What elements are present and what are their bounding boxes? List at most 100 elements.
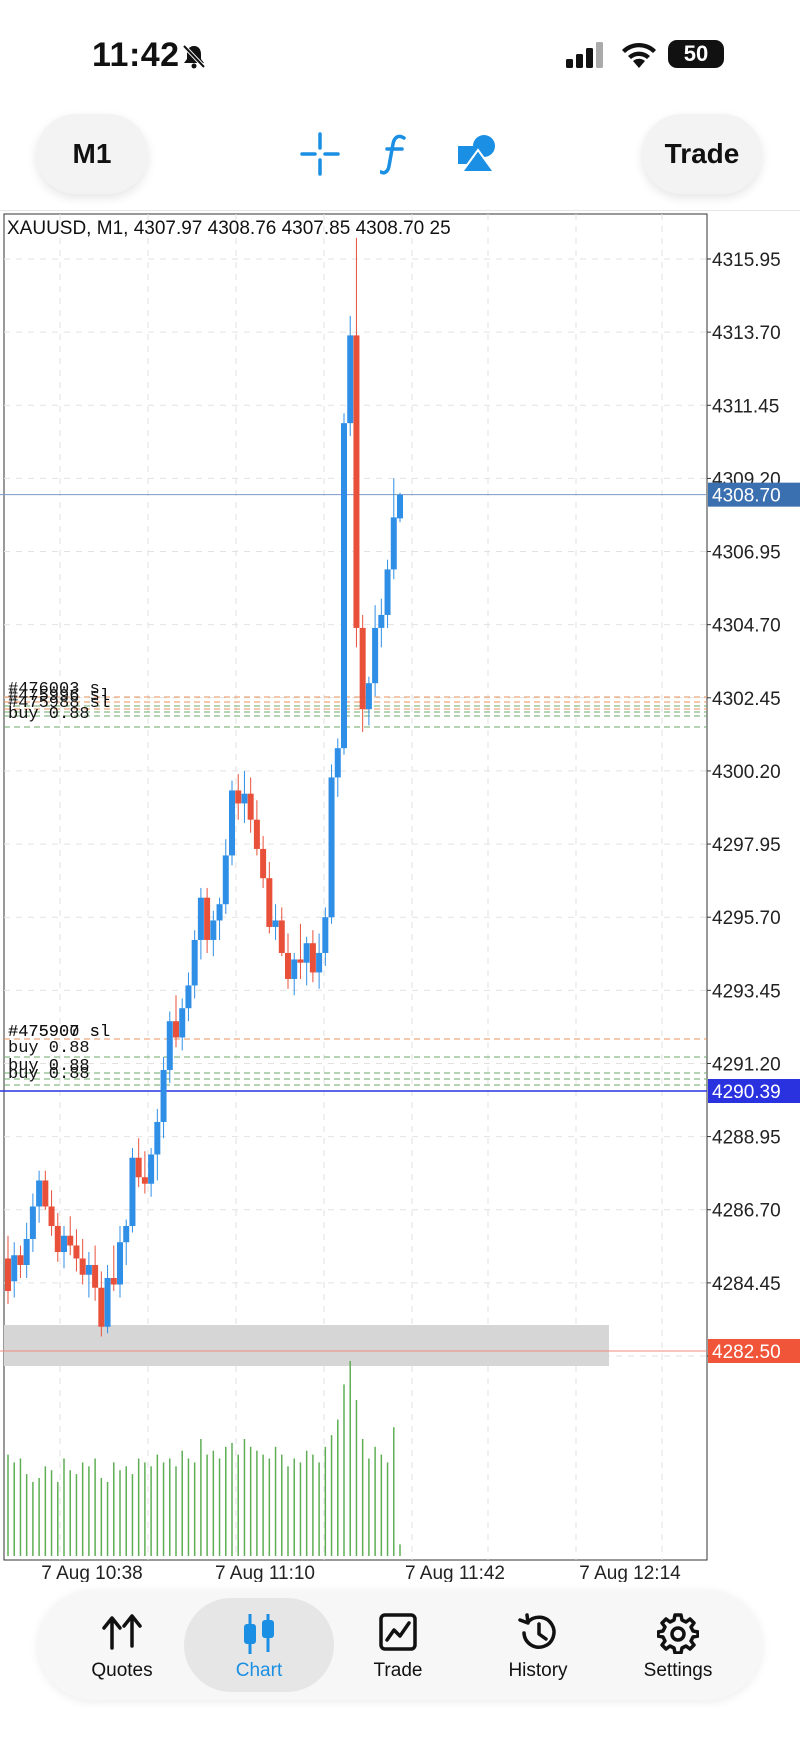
candle-body [229,790,235,856]
price-tick-label: 4293.45 [712,981,781,1002]
cellular-signal-icon [566,42,603,68]
candle-body [92,1264,99,1288]
candle-body [48,1206,55,1226]
candle-body [85,1264,92,1275]
candle-body [341,423,347,749]
candle-body [253,819,260,849]
candle-body [160,1069,167,1122]
order-label: buy 0.88 [8,1039,90,1058]
nav-quotes-label: Quotes [91,1660,153,1681]
candle-body [79,1258,86,1275]
candle-body [365,683,372,710]
candle-body [334,748,341,778]
bottom-navigation: Quotes Chart Trade History Settings [38,1590,762,1700]
candle-body [328,777,335,918]
candle-body [303,943,310,963]
chart-candles-icon [244,1614,274,1654]
chart-toolbar: M1 Trade [0,110,800,211]
price-tick-label: 4295.70 [712,908,781,929]
candle-body [67,1235,74,1246]
order-label: buy 0.88 [8,705,90,724]
price-tick-label: 4302.45 [712,689,781,710]
objects-shapes-icon[interactable] [456,132,498,176]
status-bar: 11:42 50 [0,0,800,110]
nav-quotes[interactable]: Quotes [52,1590,192,1700]
candle-body [378,614,385,628]
candle-body [185,985,192,1009]
price-tick-label: 4288.95 [712,1128,781,1149]
time-tick-label: 7 Aug 10:38 [41,1563,142,1582]
price-tick-label: 4291.20 [712,1054,781,1075]
price-tick-label: 4286.70 [712,1201,781,1222]
time-tick-label: 7 Aug 12:14 [579,1563,681,1582]
candle-body [166,1021,173,1070]
nav-trade[interactable]: Trade [328,1590,468,1700]
candle-body [73,1245,80,1259]
candle-body [372,627,379,684]
candle-body [5,1258,11,1291]
candle-body [179,1008,186,1038]
nav-settings[interactable]: Settings [608,1590,748,1700]
candle-body [42,1180,49,1207]
candle-body [347,335,354,424]
candle-body [384,569,391,615]
candle-body [260,848,267,879]
order-label: buy 0.88 [8,1065,90,1084]
candle-body [141,1177,148,1184]
candle-body [135,1157,142,1178]
price-tick-label: 4284.45 [712,1274,781,1295]
candle-body [17,1255,24,1265]
candle-body [359,627,366,710]
red-line-price-label: 4282.50 [712,1342,781,1363]
bid-price-label: 4308.70 [712,486,781,507]
crosshair-icon[interactable] [300,132,340,176]
candle-body [98,1287,105,1327]
candle-body [154,1121,161,1155]
candle-body [23,1238,30,1265]
timeframe-button[interactable]: M1 [36,114,148,194]
candle-body [117,1242,123,1285]
candle-body [322,917,329,953]
candle-body [353,335,360,628]
candle-body [309,943,316,973]
candle-body [297,959,304,963]
candle-body [285,952,291,979]
candle-body [36,1180,43,1207]
candle-body [197,897,204,940]
battery-indicator: 50 [668,40,724,68]
candle-body [104,1277,111,1327]
candle-body [278,920,285,953]
candle-body [247,793,254,820]
chart-canvas[interactable]: 4315.954313.704311.454309.204306.954304.… [0,212,800,1582]
price-zone-band [4,1325,609,1366]
price-tick-label: 4306.95 [712,543,781,564]
candle-body [173,1021,179,1038]
candle-body [316,952,323,973]
price-tick-label: 4304.70 [712,616,781,637]
status-time: 11:42 [92,36,180,74]
nav-chart-label: Chart [235,1660,283,1681]
candle-body [129,1157,136,1226]
candle-body [204,897,211,940]
wifi-icon [622,42,656,68]
time-tick-label: 7 Aug 11:42 [405,1563,505,1582]
price-chart[interactable]: 4315.95 4313.70 4311.45 4309.20 4306.95 4304.… [0,212,800,1582]
bell-muted-icon [182,44,206,69]
settings-gear-icon [657,1613,699,1654]
nav-settings-label: Settings [643,1660,713,1681]
candle-body [54,1225,61,1252]
nav-chart[interactable]: Chart [184,1598,334,1692]
trade-button[interactable]: Trade [642,114,762,194]
candle-body [123,1225,130,1243]
candle-body [29,1206,36,1239]
candle-body [61,1235,67,1252]
nav-trade-label: Trade [373,1660,423,1681]
candle-body [390,517,397,570]
nav-history-label: History [508,1660,568,1681]
price-tick-label: 4297.95 [712,835,781,856]
nav-history[interactable]: History [468,1590,608,1700]
quotes-arrows-icon [102,1614,142,1650]
candle-body [148,1154,155,1184]
indicator-f-icon[interactable] [380,132,410,176]
time-tick-label: 7 Aug 11:10 [215,1563,315,1582]
